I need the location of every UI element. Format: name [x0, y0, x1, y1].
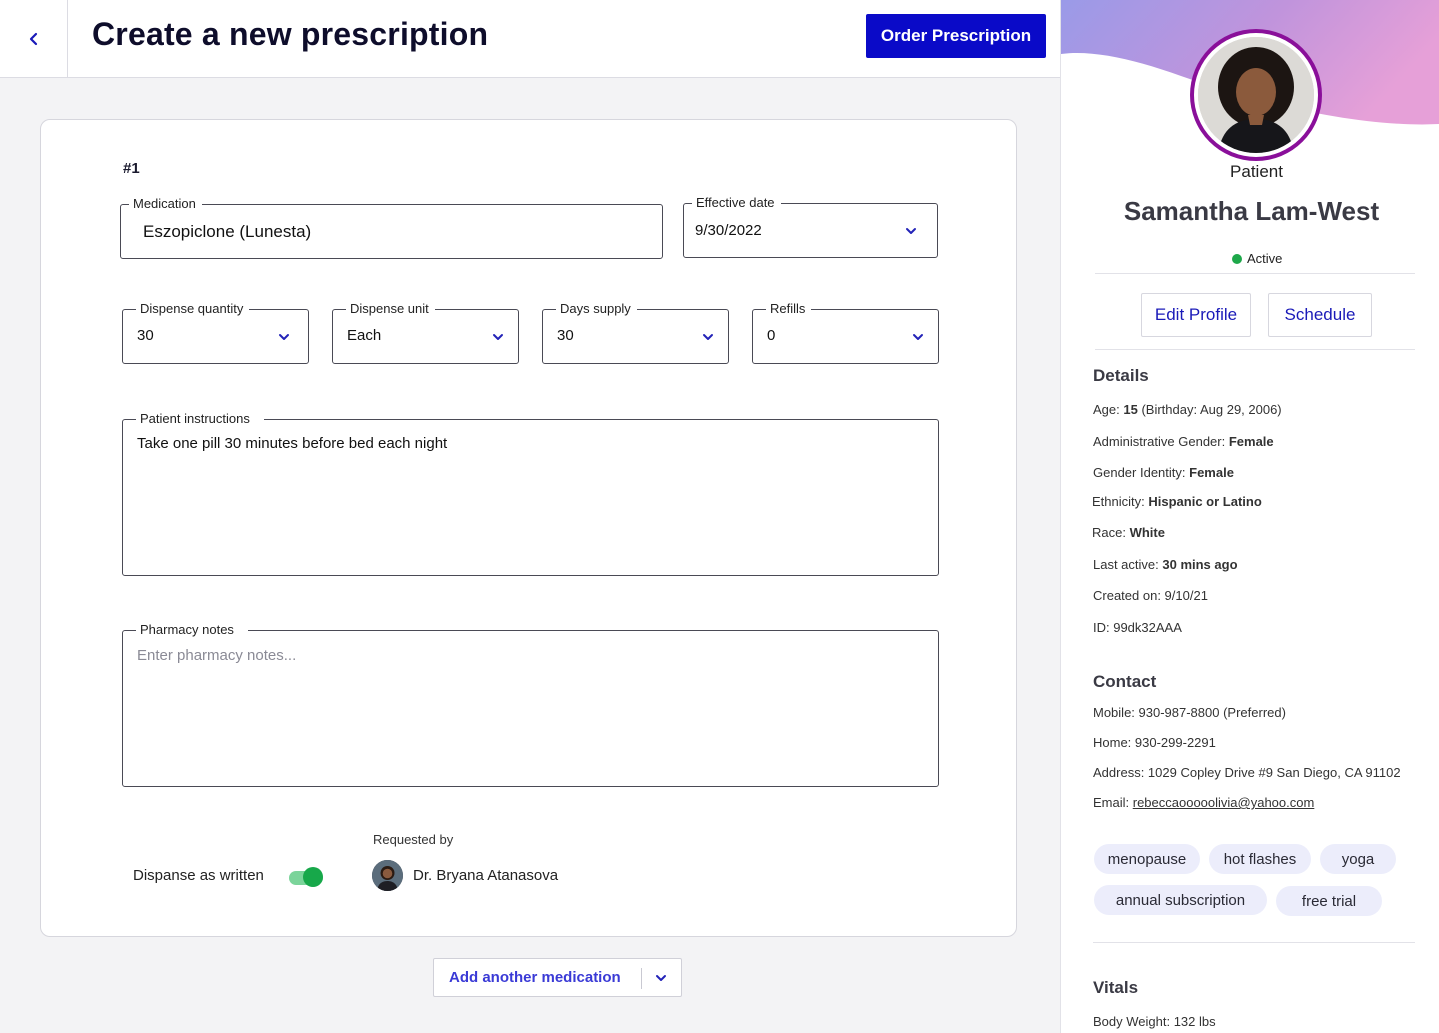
- chevron-down-icon: [703, 334, 713, 340]
- refills-value: 0: [767, 327, 776, 344]
- days-supply-value: 30: [557, 327, 574, 344]
- contact-title: Contact: [1093, 672, 1157, 691]
- detail-race: Race: White: [1092, 525, 1165, 540]
- contact-email: Email: rebeccaooooolivia@yahoo.com: [1093, 795, 1315, 810]
- patient-photo-icon: [1198, 37, 1314, 153]
- dispense-unit-value: Each: [347, 327, 382, 344]
- contact-home: Home: 930-299-2291: [1093, 735, 1216, 750]
- medication-field[interactable]: Medication Eszopiclone (Lunesta): [120, 196, 663, 259]
- effective-date-select[interactable]: Effective date 9/30/2022: [683, 195, 938, 258]
- pharmacy-notes-label: Pharmacy notes: [136, 622, 248, 638]
- detail-id: ID: 99dk32AAA: [1093, 620, 1182, 635]
- divider: [1093, 942, 1415, 943]
- contact-address: Address: 1029 Copley Drive #9 San Diego,…: [1093, 765, 1401, 780]
- add-medication-label: Add another medication: [449, 969, 621, 986]
- edit-profile-button[interactable]: Edit Profile: [1141, 293, 1251, 337]
- dispense-quantity-select[interactable]: Dispense quantity 30: [122, 301, 309, 364]
- email-link[interactable]: rebeccaooooolivia@yahoo.com: [1133, 795, 1315, 810]
- patient-instructions-label: Patient instructions: [136, 411, 264, 427]
- tag-hot-flashes[interactable]: hot flashes: [1209, 844, 1311, 874]
- status-badge: Active: [1232, 251, 1282, 266]
- detail-last-active: Last active: 30 mins ago: [1093, 557, 1238, 572]
- effective-date-value: 9/30/2022: [695, 222, 762, 239]
- chevron-down-icon[interactable]: [655, 972, 667, 984]
- prescription-card: #1 Medication Eszopiclone (Lunesta) Effe…: [40, 119, 1017, 937]
- dispense-quantity-label: Dispense quantity: [136, 301, 250, 317]
- top-bar: Create a new prescription Order Prescrip…: [0, 0, 1060, 78]
- vitals-title: Vitals: [1093, 978, 1139, 997]
- toggle-knob: [303, 867, 323, 887]
- dispense-unit-select[interactable]: Dispense unit Each: [332, 301, 519, 364]
- detail-created-on: Created on: 9/10/21: [1093, 588, 1208, 603]
- person-avatar-icon: [372, 860, 403, 891]
- refills-select[interactable]: Refills 0: [752, 301, 939, 364]
- patient-role-label: Patient: [1230, 162, 1283, 181]
- requested-by-label: Requested by: [373, 832, 454, 847]
- days-supply-select[interactable]: Days supply 30: [542, 301, 729, 364]
- requester-name: Dr. Bryana Atanasova: [413, 867, 559, 884]
- dispense-as-written-toggle[interactable]: [289, 867, 323, 887]
- days-supply-label: Days supply: [556, 301, 637, 317]
- patient-side-panel: Patient Samantha Lam-West Active Edit Pr…: [1060, 0, 1439, 1033]
- medication-label: Medication: [129, 196, 202, 212]
- button-divider: [641, 968, 642, 989]
- detail-age: Age: 15 (Birthday: Aug 29, 2006): [1093, 402, 1282, 417]
- schedule-button[interactable]: Schedule: [1268, 293, 1372, 337]
- tag-yoga[interactable]: yoga: [1320, 844, 1396, 874]
- pharmacy-notes-placeholder: Enter pharmacy notes...: [137, 647, 297, 664]
- chevron-left-icon: [29, 32, 37, 45]
- status-dot-icon: [1232, 253, 1242, 264]
- dispense-as-written-label: Dispanse as written: [133, 867, 264, 884]
- prescription-number: #1: [123, 160, 140, 177]
- refills-label: Refills: [766, 301, 812, 317]
- dispense-quantity-value: 30: [137, 327, 154, 344]
- add-medication-button[interactable]: Add another medication: [433, 958, 682, 997]
- patient-name: Samantha Lam-West: [1123, 196, 1380, 226]
- back-button[interactable]: [0, 0, 68, 77]
- chevron-down-icon: [493, 334, 503, 340]
- effective-date-label: Effective date: [692, 195, 781, 211]
- dispense-unit-label: Dispense unit: [346, 301, 435, 317]
- chevron-down-icon: [906, 228, 916, 234]
- tag-menopause[interactable]: menopause: [1094, 844, 1200, 874]
- tag-annual-subscription[interactable]: annual subscription: [1094, 885, 1267, 915]
- tag-free-trial[interactable]: free trial: [1276, 886, 1382, 916]
- detail-gender-identity: Gender Identity: Female: [1093, 465, 1234, 480]
- status-text: Active: [1247, 251, 1283, 266]
- contact-mobile: Mobile: 930-987-8800 (Preferred): [1093, 705, 1286, 720]
- pharmacy-notes-textarea[interactable]: Pharmacy notes Enter pharmacy notes...: [122, 622, 939, 787]
- vital-body-weight: Body Weight: 132 lbs: [1093, 1014, 1216, 1029]
- details-title: Details: [1093, 366, 1149, 385]
- detail-ethnicity: Ethnicity: Hispanic or Latino: [1092, 494, 1262, 509]
- requester-avatar: [372, 860, 403, 891]
- detail-admin-gender: Administrative Gender: Female: [1093, 434, 1274, 449]
- divider: [1095, 349, 1415, 350]
- divider: [1095, 273, 1415, 274]
- patient-instructions-textarea[interactable]: Patient instructions Take one pill 30 mi…: [122, 411, 939, 576]
- chevron-down-icon: [279, 334, 289, 340]
- patient-avatar: [1190, 29, 1322, 161]
- medication-value: Eszopiclone (Lunesta): [143, 222, 312, 241]
- main-panel: Create a new prescription Order Prescrip…: [0, 0, 1060, 1033]
- order-prescription-button[interactable]: Order Prescription: [866, 14, 1046, 58]
- chevron-down-icon: [913, 334, 923, 340]
- page-title: Create a new prescription: [92, 16, 489, 52]
- patient-instructions-value: Take one pill 30 minutes before bed each…: [137, 435, 448, 452]
